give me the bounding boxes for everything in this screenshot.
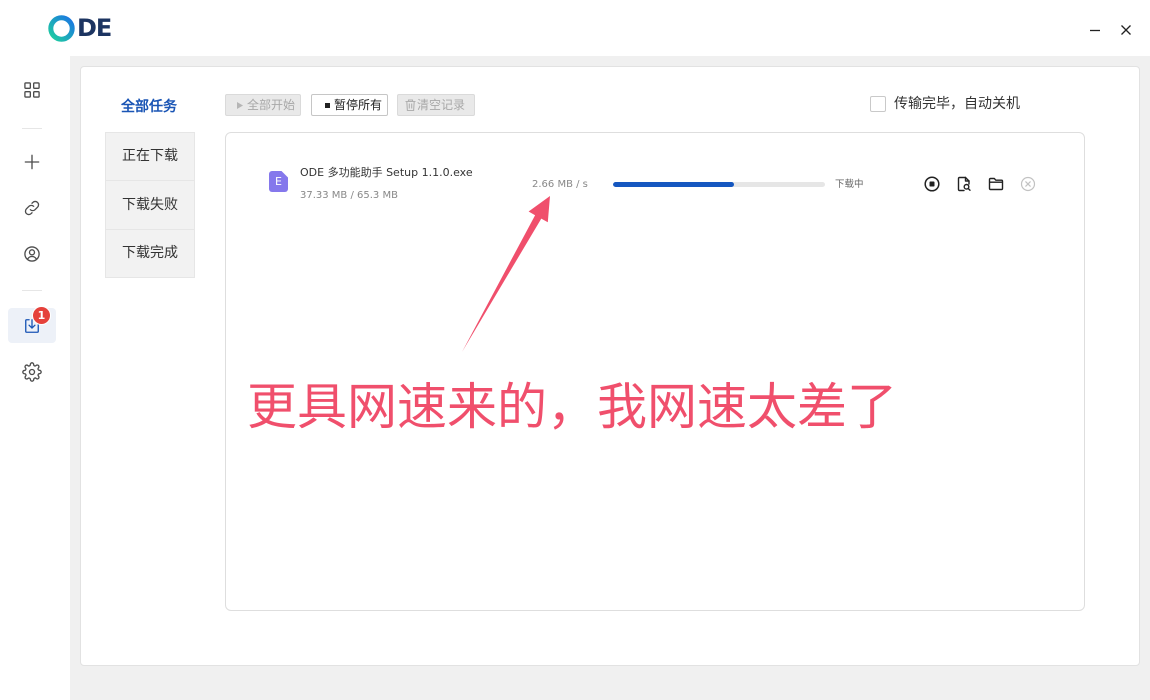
- remove-task-button[interactable]: [1020, 176, 1036, 192]
- exe-file-icon: E: [269, 171, 288, 192]
- task-size: 37.33 MB / 65.3 MB: [300, 190, 398, 201]
- start-all-label: 全部开始: [247, 98, 296, 112]
- download-count-badge: 1: [32, 306, 51, 325]
- tab-all-tasks[interactable]: 全部任务: [105, 82, 195, 132]
- tab-completed[interactable]: 下载完成: [105, 230, 195, 278]
- logo-text: DE: [77, 14, 112, 42]
- pause-all-button[interactable]: 暂停所有: [311, 94, 388, 116]
- progress-fill: [613, 182, 734, 187]
- start-all-button[interactable]: 全部开始: [225, 94, 301, 116]
- pause-all-label: 暂停所有: [334, 98, 383, 112]
- auto-shutdown-checkbox[interactable]: [870, 96, 886, 112]
- app-logo: DE: [48, 15, 118, 43]
- sidebar-item-link[interactable]: [8, 190, 56, 225]
- progress-bar: [613, 182, 825, 187]
- tab-failed[interactable]: 下载失败: [105, 181, 195, 230]
- folder-icon: [988, 177, 1004, 191]
- stop-square-icon: [325, 102, 330, 108]
- close-button[interactable]: [1115, 20, 1137, 40]
- open-folder-button[interactable]: [988, 176, 1004, 192]
- clear-records-label: 清空记录: [417, 98, 466, 112]
- logo-ring-mark: [48, 15, 75, 42]
- grid-icon: [24, 81, 40, 98]
- sidebar: 1: [0, 56, 70, 700]
- annotation-text: 更具网速来的，我网速太差了: [247, 378, 897, 436]
- minimize-button[interactable]: [1084, 20, 1106, 40]
- view-file-button[interactable]: [956, 176, 972, 192]
- file-search-icon: [957, 176, 971, 192]
- task-speed: 2.66 MB / s: [532, 179, 588, 190]
- task-row: E ODE 多功能助手 Setup 1.1.0.exe 37.33 MB / 6…: [226, 133, 1084, 233]
- trash-icon: [405, 99, 416, 111]
- sidebar-item-new-task[interactable]: [8, 144, 56, 179]
- task-status: 下载中: [835, 179, 864, 190]
- sidebar-item-account[interactable]: [8, 236, 56, 271]
- file-type-letter: E: [275, 175, 282, 188]
- task-card: 全部任务 正在下载 下载失败 下载完成 全部开始 暂停所有 清空记录 传输完毕，…: [80, 66, 1140, 666]
- stop-task-button[interactable]: [924, 176, 940, 192]
- auto-shutdown-label[interactable]: 传输完毕，自动关机: [894, 96, 1020, 112]
- task-list-panel: E ODE 多功能助手 Setup 1.1.0.exe 37.33 MB / 6…: [225, 132, 1085, 611]
- sidebar-item-settings[interactable]: [8, 354, 56, 389]
- stop-circle-icon: [924, 176, 940, 192]
- user-circle-icon: [24, 245, 40, 262]
- sidebar-divider: [22, 128, 42, 129]
- plus-icon: [24, 154, 40, 169]
- close-icon: [1121, 25, 1131, 35]
- clear-records-button[interactable]: 清空记录: [397, 94, 475, 116]
- sidebar-item-dashboard[interactable]: [8, 72, 56, 107]
- gear-icon: [22, 361, 42, 382]
- title-bar: DE: [0, 0, 1150, 56]
- sidebar-item-downloads[interactable]: 1: [8, 306, 56, 343]
- link-icon: [24, 200, 40, 215]
- minimize-icon: [1090, 29, 1100, 32]
- tab-list: 全部任务 正在下载 下载失败 下载完成: [105, 82, 195, 278]
- tab-downloading[interactable]: 正在下载: [105, 132, 195, 181]
- sidebar-divider: [22, 290, 42, 291]
- task-file-name: ODE 多功能助手 Setup 1.1.0.exe: [300, 166, 473, 179]
- play-icon: [237, 101, 243, 109]
- close-circle-icon: [1020, 176, 1036, 192]
